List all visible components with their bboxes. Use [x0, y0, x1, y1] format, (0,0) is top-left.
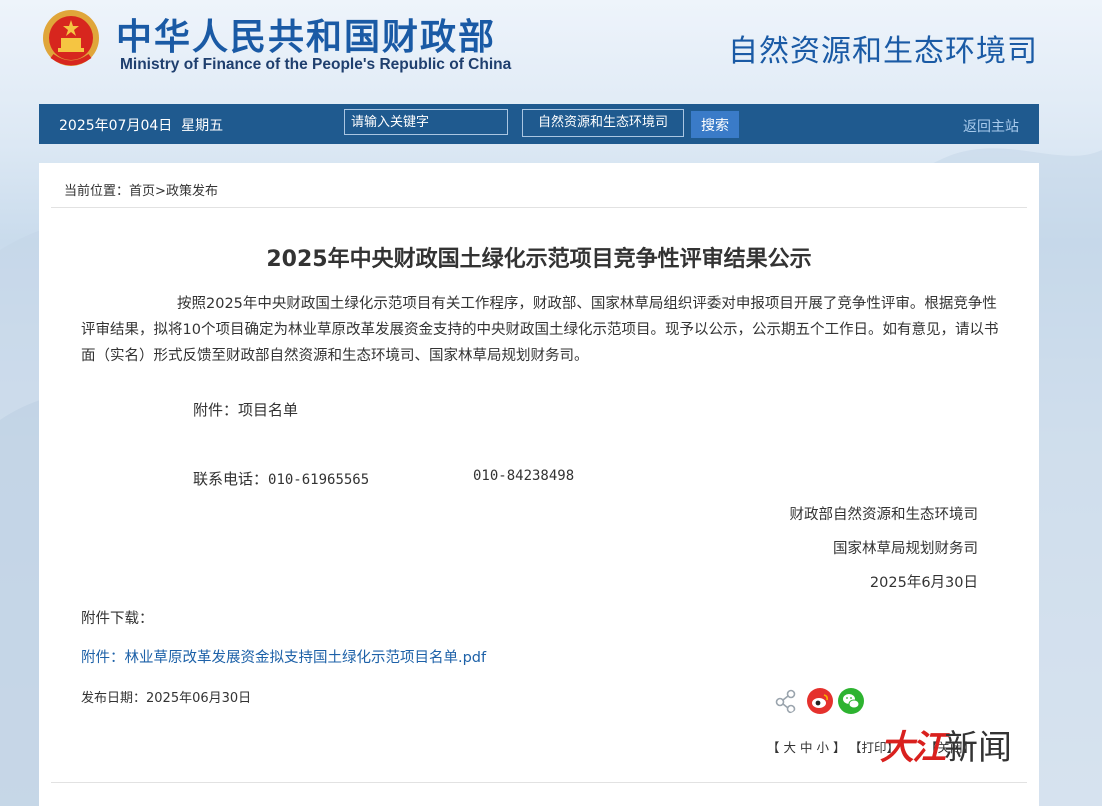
date-text: 2025年07月04日 — [59, 118, 173, 134]
attachment-note: 附件：项目名单 — [193, 401, 299, 419]
search-input[interactable] — [344, 109, 508, 135]
search-scope-select[interactable]: 自然资源和生态环境司 — [522, 109, 684, 137]
contact-label: 联系电话： — [193, 470, 269, 488]
bracket-open: 【 — [767, 740, 780, 755]
attachment-download-link[interactable]: 附件：林业草原改革发展资金拟支持国土绿化示范项目名单.pdf — [81, 646, 486, 667]
share-link-icon[interactable] — [773, 688, 799, 714]
font-large-link[interactable]: 大 — [784, 740, 797, 755]
article-title: 2025年中央财政国土绿化示范项目竞争性评审结果公示 — [266, 247, 812, 272]
breadcrumb-home-link[interactable]: 首页 — [129, 184, 155, 199]
publish-date: 发布日期：2025年06月30日 — [81, 691, 252, 706]
font-small-link[interactable]: 小 — [817, 740, 830, 755]
sign-date: 2025年6月30日 — [869, 575, 978, 591]
nav-bar: 2025年07月04日 星期五 自然资源和生态环境司 搜索 返回主站 — [39, 104, 1039, 144]
font-size-tools: 【 大 中 小 】 — [767, 737, 846, 756]
phone-number-2: 010-84238498 — [473, 468, 575, 484]
current-date: 2025年07月04日 星期五 — [59, 115, 223, 135]
divider — [51, 207, 1027, 208]
signer-1: 财政部自然资源和生态环境司 — [789, 507, 979, 523]
breadcrumb-separator: > — [155, 184, 166, 199]
breadcrumb-prefix: 当前位置： — [64, 184, 130, 199]
download-label: 附件下载： — [81, 611, 154, 627]
national-emblem-icon — [43, 10, 99, 66]
site-title[interactable]: 中华人民共和国财政部 — [116, 8, 496, 60]
return-home-link[interactable]: 返回主站 — [963, 116, 1019, 136]
wechat-share-icon[interactable] — [838, 688, 864, 714]
signer-2: 国家林草局规划财务司 — [833, 541, 978, 557]
breadcrumb-current-link[interactable]: 政策发布 — [166, 184, 218, 199]
watermark-logo: 大江新闻 — [880, 720, 1012, 769]
site-title-english: Ministry of Finance of the People's Repu… — [120, 56, 512, 73]
content-panel: 当前位置：首页>政策发布 2025年中央财政国土绿化示范项目竞争性评审结果公示 … — [39, 163, 1039, 806]
site-header: 中华人民共和国财政部 Ministry of Finance of the Pe… — [0, 0, 1102, 104]
article-body: 按照2025年中央财政国土绿化示范项目有关工作程序，财政部、国家林草局组织评委对… — [81, 296, 999, 364]
contact-info: 联系电话：010-61965565 010-84238498 — [193, 468, 574, 489]
weibo-share-icon[interactable] — [807, 688, 833, 714]
divider — [51, 782, 1027, 783]
font-medium-link[interactable]: 中 — [800, 740, 813, 755]
department-name: 自然资源和生态环境司 — [728, 34, 1038, 69]
search-button[interactable]: 搜索 — [691, 111, 739, 138]
phone-number-1: 010-61965565 — [268, 472, 370, 488]
breadcrumb: 当前位置：首页>政策发布 — [64, 180, 218, 199]
bracket-close: 】 — [833, 740, 846, 755]
weekday-text: 星期五 — [181, 118, 224, 134]
watermark-text: 新闻 — [944, 728, 1012, 768]
watermark-brand: 大江 — [880, 728, 946, 768]
